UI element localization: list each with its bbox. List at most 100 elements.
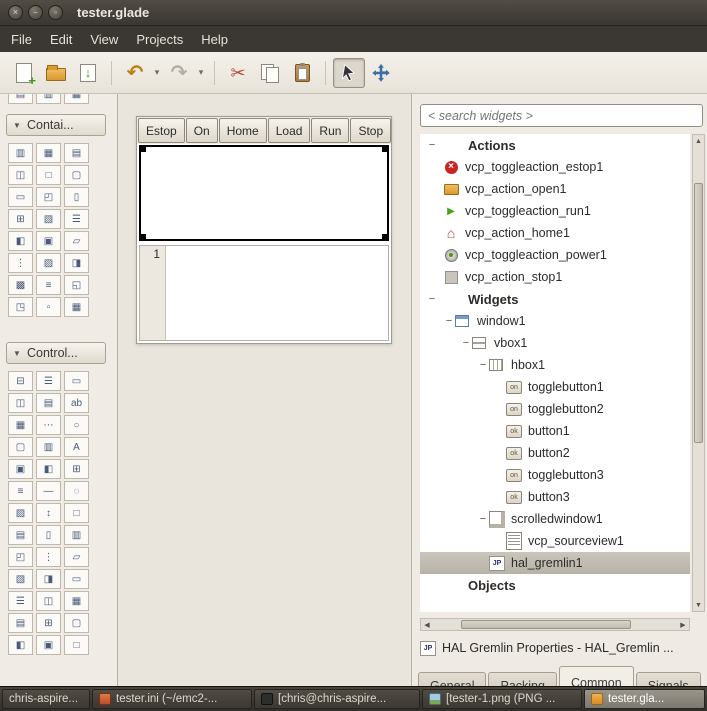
tab-signals[interactable]: Signals bbox=[636, 672, 701, 686]
palette-widget-icon[interactable]: □ bbox=[36, 165, 61, 185]
palette-widget-icon[interactable]: □ bbox=[64, 635, 89, 655]
palette-widget-icon[interactable]: ▧ bbox=[8, 569, 33, 589]
undo-menu-button[interactable]: ▾ bbox=[151, 58, 163, 88]
taskbar-item-image-viewer[interactable]: [tester-1.png (PNG ... bbox=[422, 689, 582, 709]
tree-row-estop1[interactable]: vcp_toggleaction_estop1 bbox=[420, 156, 690, 178]
tree-row-open1[interactable]: vcp_action_open1 bbox=[420, 178, 690, 200]
menu-projects[interactable]: Projects bbox=[127, 28, 192, 51]
scroll-up-icon[interactable]: ▲ bbox=[693, 135, 704, 147]
selection-handle[interactable] bbox=[382, 234, 389, 241]
taskbar-item-chris-aspire[interactable]: chris-aspire... bbox=[2, 689, 90, 709]
palette-widget-icon[interactable]: ◧ bbox=[36, 459, 61, 479]
new-project-button[interactable]: + bbox=[8, 58, 40, 88]
palette-widget-icon[interactable]: ◌ bbox=[64, 481, 89, 501]
vertical-scroll-thumb[interactable] bbox=[694, 183, 703, 443]
taskbar-item-tester-ini[interactable]: tester.ini (~/emc2-... bbox=[92, 689, 252, 709]
palette-widget-icon[interactable]: ≡ bbox=[8, 481, 33, 501]
palette-widget-icon[interactable]: ⊞ bbox=[64, 459, 89, 479]
palette-widget-icon[interactable]: ↕ bbox=[36, 503, 61, 523]
menu-edit[interactable]: Edit bbox=[41, 28, 81, 51]
selection-handle[interactable] bbox=[139, 145, 146, 152]
palette-widget-icon[interactable]: ◱ bbox=[64, 275, 89, 295]
designed-togglebutton-estop[interactable]: Estop bbox=[138, 118, 185, 143]
minimize-window-icon[interactable] bbox=[28, 5, 43, 20]
scroll-right-icon[interactable]: ▶ bbox=[677, 619, 689, 630]
palette-widget-icon[interactable]: ◰ bbox=[8, 547, 33, 567]
palette-widget-icon[interactable]: ◨ bbox=[36, 569, 61, 589]
tree-row-togglebutton2[interactable]: togglebutton2 bbox=[420, 398, 690, 420]
palette-widget-icon[interactable]: ▢ bbox=[64, 165, 89, 185]
collapse-icon[interactable] bbox=[477, 359, 489, 371]
designed-sourceview[interactable]: 1 bbox=[139, 245, 389, 341]
palette-widget-icon[interactable]: ▭ bbox=[8, 187, 33, 207]
horizontal-scroll-thumb[interactable] bbox=[461, 620, 631, 629]
palette-widget-icon[interactable]: ▨ bbox=[36, 253, 61, 273]
palette-widget-icon[interactable]: ◧ bbox=[8, 231, 33, 251]
redo-menu-button[interactable]: ▾ bbox=[195, 58, 207, 88]
collapse-icon[interactable] bbox=[426, 139, 438, 151]
palette-widget-icon[interactable]: A bbox=[64, 437, 89, 457]
collapse-icon[interactable] bbox=[460, 337, 472, 349]
designed-hal-gremlin-selected[interactable] bbox=[139, 145, 389, 241]
palette-widget-icon[interactable]: ▨ bbox=[8, 503, 33, 523]
palette-widget-icon[interactable]: ▣ bbox=[36, 231, 61, 251]
palette-widget-icon[interactable]: ☰ bbox=[36, 371, 61, 391]
palette-widget-icon[interactable]: ◫ bbox=[8, 393, 33, 413]
palette-widget-icon[interactable]: ≡ bbox=[36, 275, 61, 295]
palette-widget-icon[interactable]: ▥ bbox=[36, 94, 61, 104]
palette-widget-icon[interactable]: ▭ bbox=[64, 569, 89, 589]
palette-widget-icon[interactable]: — bbox=[36, 481, 61, 501]
titlebar[interactable]: tester.glade bbox=[0, 0, 707, 26]
scroll-left-icon[interactable]: ◀ bbox=[421, 619, 433, 630]
palette-widget-icon[interactable]: ▥ bbox=[8, 143, 33, 163]
palette-widget-icon[interactable]: ▧ bbox=[36, 209, 61, 229]
tree-row-hbox1[interactable]: hbox1 bbox=[420, 354, 690, 376]
tab-general[interactable]: General bbox=[418, 672, 486, 686]
scroll-down-icon[interactable]: ▼ bbox=[693, 599, 704, 611]
designed-button-stop[interactable]: Stop bbox=[350, 118, 391, 143]
tree-row-hal-gremlin1[interactable]: hal_gremlin1 bbox=[420, 552, 690, 574]
palette-widget-icon[interactable]: ◫ bbox=[8, 165, 33, 185]
designed-hbox1[interactable]: Estop On Home Load Run Stop bbox=[137, 117, 391, 144]
palette-widget-icon[interactable]: ▯ bbox=[64, 187, 89, 207]
tree-row-stop1[interactable]: vcp_action_stop1 bbox=[420, 266, 690, 288]
palette-widget-icon[interactable]: ▦ bbox=[64, 94, 89, 104]
menu-help[interactable]: Help bbox=[192, 28, 237, 51]
tree-group-objects[interactable]: Objects bbox=[420, 574, 690, 596]
close-window-icon[interactable] bbox=[8, 5, 23, 20]
palette-widget-icon[interactable]: ▢ bbox=[64, 613, 89, 633]
palette-widget-icon[interactable]: ▣ bbox=[36, 635, 61, 655]
palette-widget-icon[interactable]: ◳ bbox=[8, 297, 33, 317]
tree-row-window1[interactable]: window1 bbox=[420, 310, 690, 332]
palette-widget-icon[interactable]: ⋮ bbox=[36, 547, 61, 567]
taskbar-item-terminal[interactable]: [chris@chris-aspire... bbox=[254, 689, 420, 709]
tree-row-button2[interactable]: button2 bbox=[420, 442, 690, 464]
palette-widget-icon[interactable]: ▫ bbox=[36, 297, 61, 317]
tree-row-togglebutton1[interactable]: togglebutton1 bbox=[420, 376, 690, 398]
menu-file[interactable]: File bbox=[2, 28, 41, 51]
collapse-icon[interactable] bbox=[477, 513, 489, 525]
sourceview-text-area[interactable] bbox=[166, 246, 388, 340]
palette-widget-icon[interactable]: ⊞ bbox=[8, 209, 33, 229]
palette-widget-icon[interactable]: ab bbox=[64, 393, 89, 413]
tree-horizontal-scrollbar[interactable]: ◀ ▶ bbox=[420, 618, 690, 631]
tree-row-home1[interactable]: vcp_action_home1 bbox=[420, 222, 690, 244]
tree-row-button3[interactable]: button3 bbox=[420, 486, 690, 508]
paste-button[interactable] bbox=[286, 58, 318, 88]
palette-section-containers[interactable]: Contai... bbox=[6, 114, 106, 136]
tree-group-actions[interactable]: Actions bbox=[420, 134, 690, 156]
designed-window1[interactable]: Estop On Home Load Run Stop 1 bbox=[136, 116, 392, 344]
open-project-button[interactable] bbox=[40, 58, 72, 88]
palette-widget-icon[interactable]: ▭ bbox=[64, 371, 89, 391]
drag-resize-tool-button[interactable] bbox=[365, 58, 397, 88]
selection-handle[interactable] bbox=[139, 234, 146, 241]
tree-row-vbox1[interactable]: vbox1 bbox=[420, 332, 690, 354]
selector-tool-button[interactable] bbox=[333, 58, 365, 88]
palette-widget-icon[interactable]: ▤ bbox=[64, 143, 89, 163]
palette-widget-icon[interactable]: ▤ bbox=[8, 613, 33, 633]
palette-widget-icon[interactable]: ○ bbox=[64, 415, 89, 435]
tree-row-vcp-sourceview1[interactable]: vcp_sourceview1 bbox=[420, 530, 690, 552]
collapse-icon[interactable] bbox=[443, 315, 455, 327]
tree-row-run1[interactable]: vcp_toggleaction_run1 bbox=[420, 200, 690, 222]
palette-widget-icon[interactable]: ▦ bbox=[64, 591, 89, 611]
